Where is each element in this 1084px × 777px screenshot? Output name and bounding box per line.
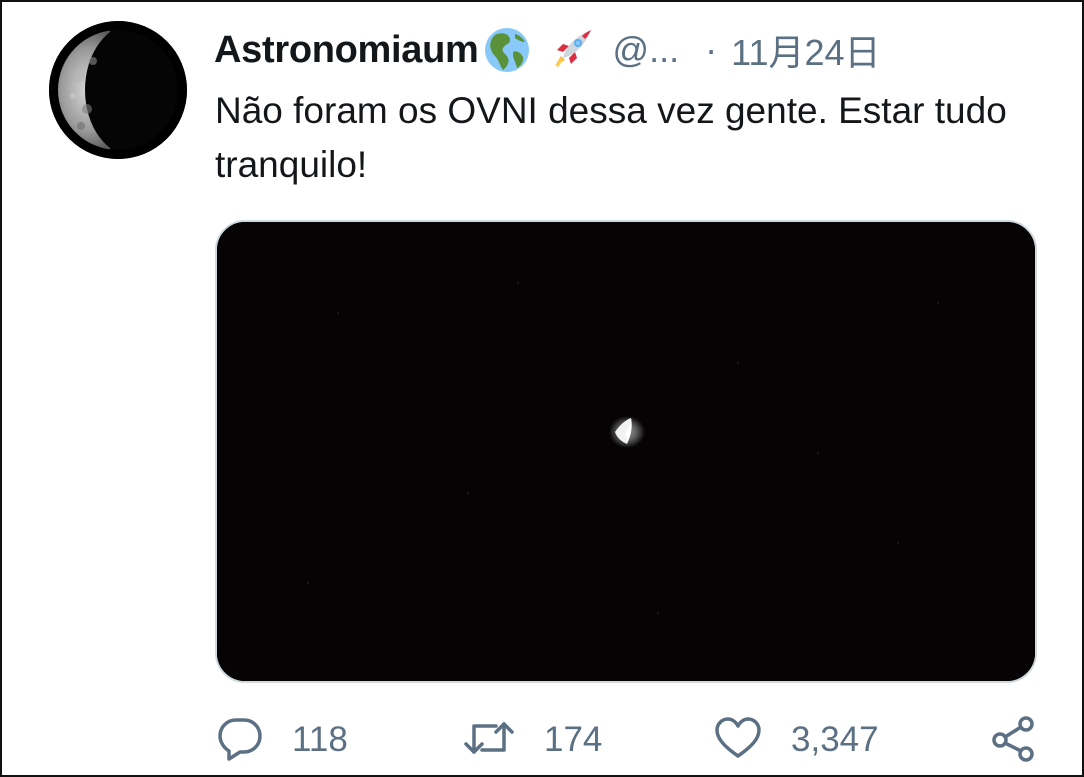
tweet-header: Astronomiaum @... · 11月24日 [214,26,881,74]
retweet-button[interactable]: 174 [462,710,602,770]
share-icon [990,714,1038,767]
heart-icon [713,714,763,767]
tweet-media-photo[interactable] [215,220,1037,683]
reply-button[interactable]: 118 [216,710,348,770]
globe-americas-emoji-icon [483,26,531,74]
like-button[interactable]: 3,347 [713,710,879,770]
share-button[interactable] [990,710,1038,770]
moon-avatar-icon[interactable] [49,21,187,159]
like-count: 3,347 [791,720,879,759]
tweet-actions-bar: 118 174 3,347 [2,710,1084,770]
rocket-emoji-icon [547,26,595,74]
tweet-text: Não foram os OVNI dessa vez gente. Estar… [215,90,1007,185]
display-name[interactable]: Astronomiaum [214,29,479,72]
retweet-count: 174 [544,720,603,759]
reply-icon [216,714,264,767]
reply-count: 118 [292,720,348,759]
tweet-date[interactable]: 11月24日 [731,24,880,76]
separator-dot: · [705,29,718,70]
user-handle[interactable]: @... [613,29,680,71]
retweet-icon [462,714,516,767]
tweet-card: Astronomiaum @... · 11月24日 Não foram os … [0,0,1084,777]
